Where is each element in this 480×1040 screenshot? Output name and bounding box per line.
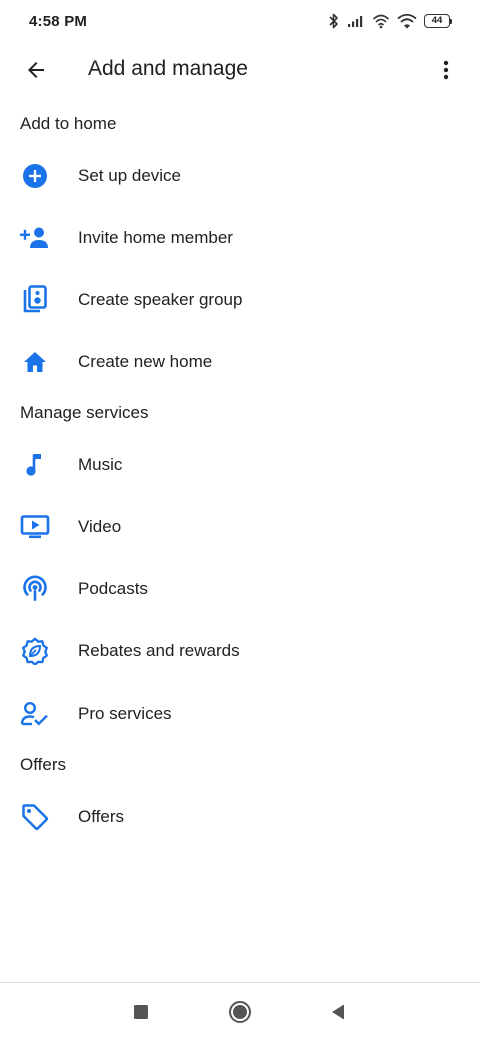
home-circle-icon — [229, 1001, 251, 1023]
section-header-add-to-home: Add to home — [20, 114, 117, 133]
menu-item-create-new-home[interactable]: Create new home — [0, 331, 480, 393]
menu-item-video[interactable]: Video — [0, 496, 480, 558]
rewards-leaf-icon — [20, 636, 50, 666]
menu-item-podcasts[interactable]: Podcasts — [0, 558, 480, 620]
back-nav-button[interactable] — [323, 997, 353, 1027]
battery-icon: 44 — [424, 14, 452, 28]
back-triangle-icon — [332, 1004, 344, 1020]
menu-label: Pro services — [78, 704, 172, 723]
speaker-group-icon — [20, 285, 50, 315]
menu-item-offers[interactable]: Offers — [0, 786, 480, 848]
music-note-icon — [20, 450, 50, 480]
menu-label: Podcasts — [78, 579, 148, 598]
pro-services-icon — [20, 699, 50, 729]
more-options-button[interactable] — [426, 48, 466, 92]
bluetooth-icon — [328, 13, 340, 29]
more-vert-icon — [443, 60, 449, 80]
menu-item-create-speaker-group[interactable]: Create speaker group — [0, 269, 480, 331]
section-header-manage-services: Manage services — [20, 403, 149, 422]
video-icon — [20, 512, 50, 542]
podcast-icon — [20, 574, 50, 604]
menu-label: Create speaker group — [78, 290, 243, 309]
add-circle-icon — [20, 161, 50, 191]
page-title: Add and manage — [88, 57, 248, 80]
menu-item-music[interactable]: Music — [0, 434, 480, 496]
status-bar: 4:58 PM 44 — [0, 0, 480, 42]
person-add-icon — [20, 223, 50, 253]
menu-item-set-up-device[interactable]: Set up device — [0, 145, 480, 207]
menu-item-rebates-and-rewards[interactable]: Rebates and rewards — [0, 620, 480, 682]
menu-label: Offers — [78, 807, 124, 826]
menu-item-invite-home-member[interactable]: Invite home member — [0, 207, 480, 269]
menu-label: Rebates and rewards — [78, 641, 240, 660]
recents-square-icon — [134, 1005, 148, 1019]
menu-label: Music — [78, 455, 123, 474]
signal-icon — [347, 14, 365, 28]
status-icons: 44 — [328, 13, 452, 29]
system-nav-bar — [0, 983, 480, 1040]
wifi-icon — [397, 13, 417, 29]
hotspot-icon — [372, 13, 390, 29]
menu-label: Create new home — [78, 352, 213, 371]
menu-label: Set up device — [78, 166, 182, 185]
section-header-offers: Offers — [20, 755, 66, 774]
battery-level: 44 — [424, 14, 450, 28]
home-nav-button[interactable] — [225, 997, 255, 1027]
status-time: 4:58 PM — [29, 12, 88, 30]
menu-item-pro-services[interactable]: Pro services — [0, 683, 480, 745]
arrow-back-icon — [28, 62, 44, 78]
menu-label: Invite home member — [78, 228, 233, 247]
recents-button[interactable] — [126, 997, 156, 1027]
tag-icon — [20, 802, 50, 832]
menu-label: Video — [78, 517, 122, 536]
app-bar: Add and manage — [0, 42, 480, 98]
home-icon — [20, 347, 50, 377]
back-button[interactable] — [14, 48, 58, 92]
